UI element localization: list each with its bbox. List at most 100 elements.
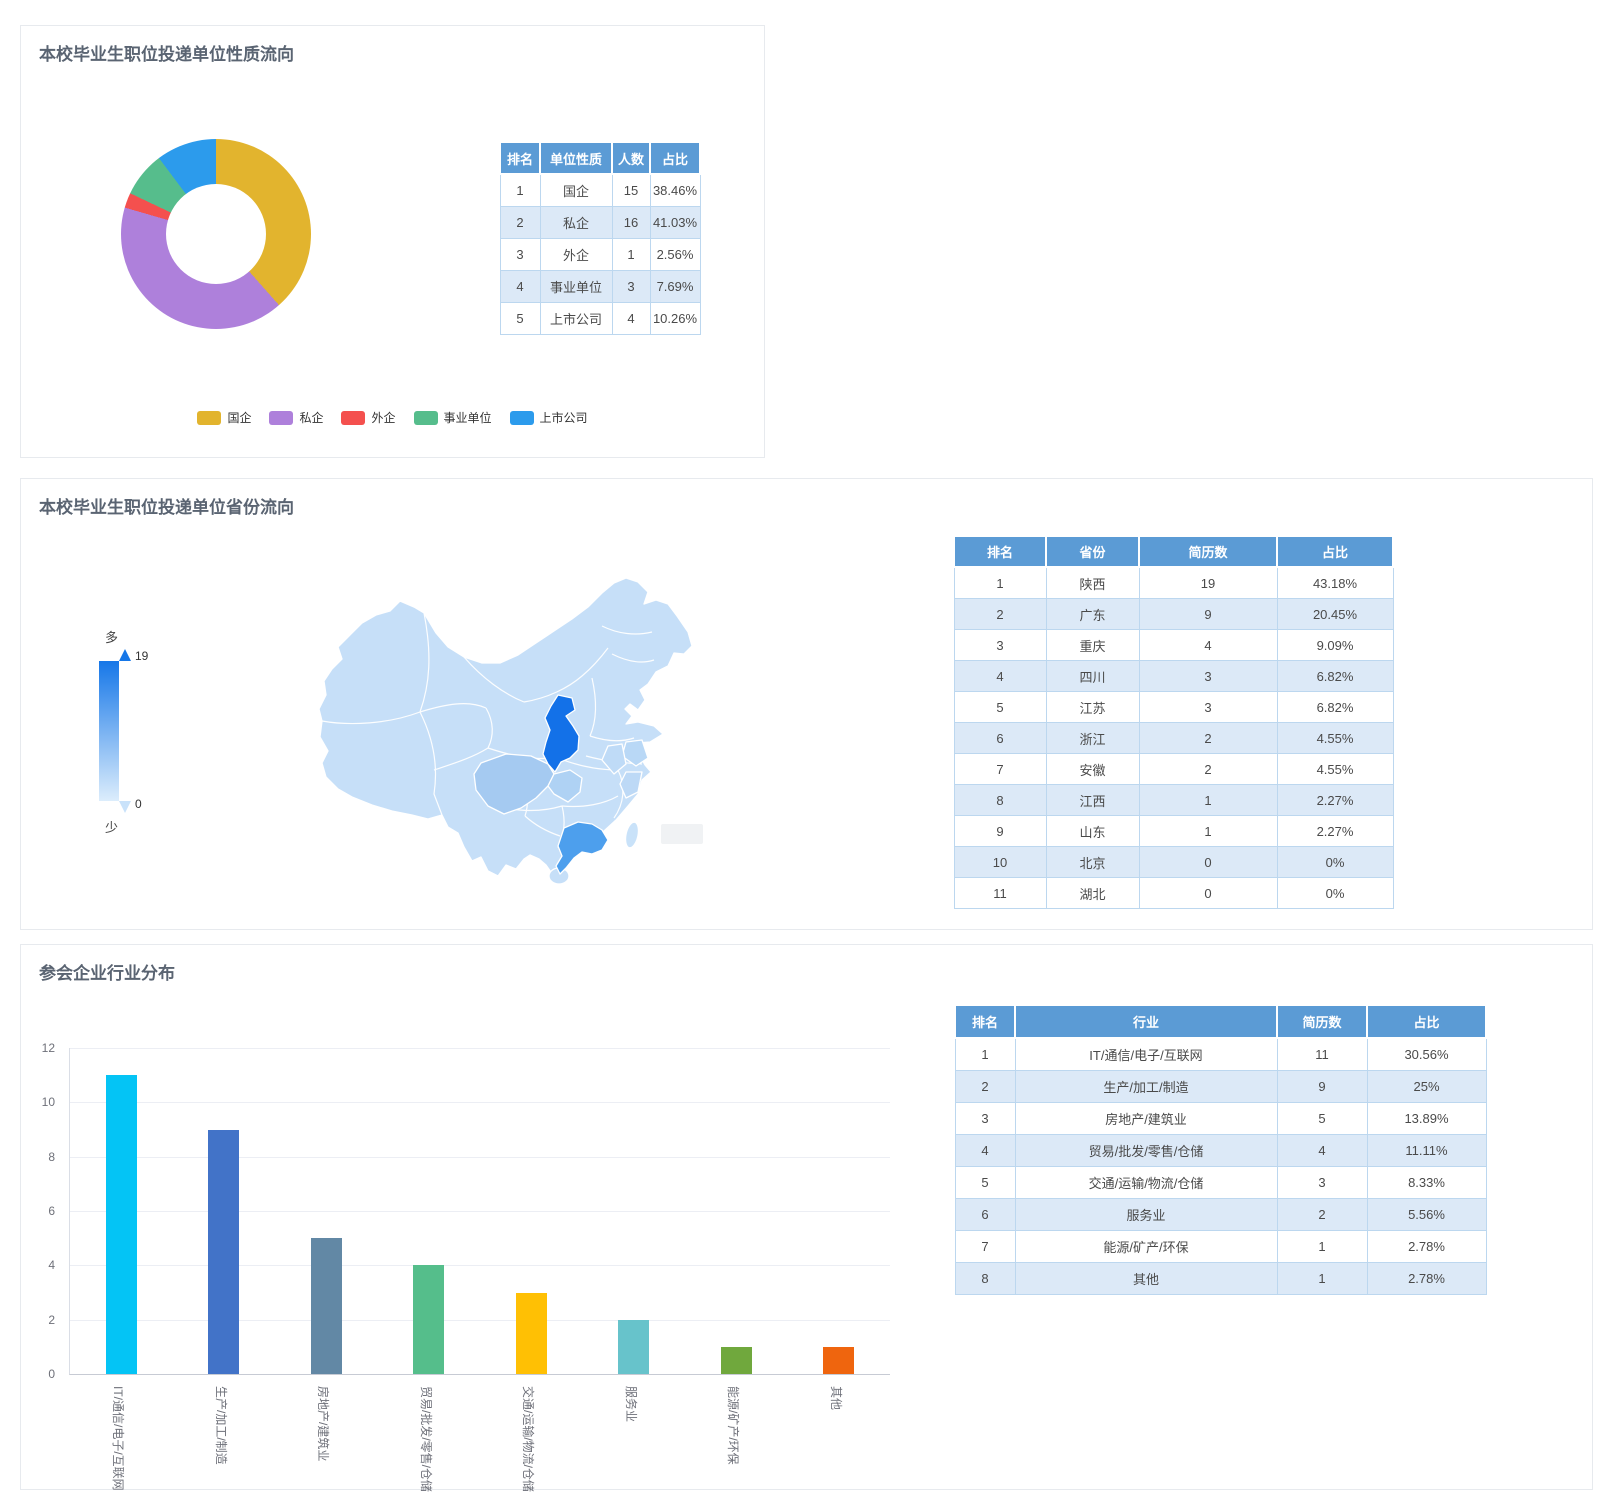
legend-item[interactable]: 上市公司 (510, 409, 588, 426)
table-cell: 1 (955, 1038, 1015, 1071)
table-cell: 1 (1139, 785, 1277, 816)
table-cell: 四川 (1046, 661, 1139, 692)
table-cell: 4 (1139, 630, 1277, 661)
visualmap-high-label: 多 (105, 627, 118, 646)
table-cell: 9 (1277, 1071, 1367, 1103)
x-axis-label: 其他 (828, 1386, 845, 1410)
table-cell: 4 (1277, 1135, 1367, 1167)
bar[interactable] (106, 1075, 137, 1374)
table-cell: 41.03% (650, 207, 700, 239)
gridline (70, 1102, 890, 1103)
map-region-guangdong[interactable] (556, 822, 608, 874)
visualmap-min-value: 0 (135, 797, 142, 811)
industry-table: 排名行业简历数占比1IT/通信/电子/互联网1130.56%2生产/加工/制造9… (954, 1004, 1487, 1295)
legend-label: 私企 (299, 409, 323, 426)
column-header: 行业 (1015, 1005, 1277, 1038)
table-cell: 3 (500, 239, 540, 271)
legend-swatch-icon (510, 411, 534, 425)
legend-item[interactable]: 事业单位 (414, 409, 492, 426)
table-cell: 43.18% (1277, 567, 1393, 599)
table-row: 8其他12.78% (955, 1263, 1486, 1295)
table-cell: 4 (955, 1135, 1015, 1167)
table-cell: 北京 (1046, 847, 1139, 878)
table-cell: 13.89% (1367, 1103, 1486, 1135)
table-row: 6服务业25.56% (955, 1199, 1486, 1231)
table-cell: 湖北 (1046, 878, 1139, 909)
table-row: 10北京00% (954, 847, 1393, 878)
column-header: 排名 (955, 1005, 1015, 1038)
panel-unit-nature: 本校毕业生职位投递单位性质流向 排名单位性质人数占比1国企1538.46%2私企… (20, 25, 765, 458)
table-cell: 4 (612, 303, 650, 335)
table-row: 5上市公司410.26% (500, 303, 700, 335)
china-map-chart[interactable] (296, 558, 736, 898)
table-cell: 4.55% (1277, 754, 1393, 785)
table-row: 3重庆49.09% (954, 630, 1393, 661)
table-cell: 浙江 (1046, 723, 1139, 754)
legend-swatch-icon (414, 411, 438, 425)
table-cell: 4 (500, 271, 540, 303)
bar[interactable] (618, 1320, 649, 1374)
table-cell: 3 (955, 1103, 1015, 1135)
table-cell: 3 (954, 630, 1046, 661)
table-cell: 事业单位 (540, 271, 612, 303)
table-cell: 1 (1277, 1231, 1367, 1263)
table-cell: 2.56% (650, 239, 700, 271)
pie-legend: 国企 私企 外企 事业单位 上市公司 (21, 409, 764, 426)
table-cell: 3 (1139, 661, 1277, 692)
table-cell: 其他 (1015, 1263, 1277, 1295)
legend-swatch-icon (341, 411, 365, 425)
bar[interactable] (516, 1293, 547, 1375)
table-cell: 0% (1277, 878, 1393, 909)
table-cell: 1 (612, 239, 650, 271)
industry-bar-chart[interactable] (69, 1048, 890, 1375)
bar[interactable] (413, 1265, 444, 1374)
column-header: 简历数 (1277, 1005, 1367, 1038)
visualmap-min-handle-icon[interactable] (119, 801, 131, 813)
table-cell: 11.11% (1367, 1135, 1486, 1167)
legend-label: 上市公司 (540, 409, 588, 426)
bar[interactable] (208, 1130, 239, 1375)
table-cell: 8 (954, 785, 1046, 816)
table-cell: 3 (1139, 692, 1277, 723)
table-cell: 上市公司 (540, 303, 612, 335)
y-axis-tick: 10 (42, 1095, 55, 1109)
bar[interactable] (721, 1347, 752, 1374)
table-cell: 0% (1277, 847, 1393, 878)
x-axis-label: 生产/加工/制造 (213, 1386, 230, 1465)
column-header: 省份 (1046, 536, 1139, 567)
bar[interactable] (311, 1238, 342, 1374)
table-cell: 9.09% (1277, 630, 1393, 661)
column-header: 占比 (1277, 536, 1393, 567)
visualmap-max-handle-icon[interactable] (119, 649, 131, 661)
table-row: 5江苏36.82% (954, 692, 1393, 723)
y-axis-tick: 2 (48, 1313, 55, 1327)
table-row: 11湖北00% (954, 878, 1393, 909)
table-cell: 30.56% (1367, 1038, 1486, 1071)
visualmap-gradient-bar[interactable] (99, 661, 119, 801)
map-region-taiwan[interactable] (623, 821, 640, 849)
legend-swatch-icon (269, 411, 293, 425)
table-cell: 私企 (540, 207, 612, 239)
column-header: 占比 (650, 142, 700, 174)
bar[interactable] (823, 1347, 854, 1374)
table-cell: 1 (500, 174, 540, 207)
table-cell: 2 (955, 1071, 1015, 1103)
legend-label: 事业单位 (444, 409, 492, 426)
table-cell: 5 (954, 692, 1046, 723)
table-cell: 8 (955, 1263, 1015, 1295)
column-header: 单位性质 (540, 142, 612, 174)
table-cell: IT/通信/电子/互联网 (1015, 1038, 1277, 1071)
table-cell: 9 (1139, 599, 1277, 630)
table-cell: 15 (612, 174, 650, 207)
table-cell: 2.27% (1277, 785, 1393, 816)
table-row: 9山东12.27% (954, 816, 1393, 847)
table-cell: 江苏 (1046, 692, 1139, 723)
table-cell: 5.56% (1367, 1199, 1486, 1231)
x-axis-label: 能源/矿产/环保 (725, 1386, 742, 1465)
table-cell: 1 (954, 567, 1046, 599)
table-cell: 3 (1277, 1167, 1367, 1199)
legend-item[interactable]: 私企 (269, 409, 323, 426)
legend-item[interactable]: 外企 (341, 409, 395, 426)
table-cell: 20.45% (1277, 599, 1393, 630)
legend-item[interactable]: 国企 (197, 409, 251, 426)
